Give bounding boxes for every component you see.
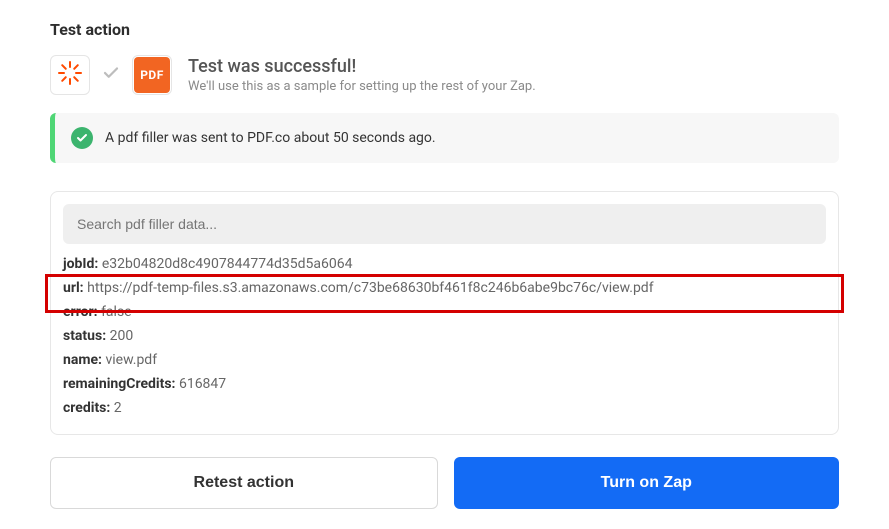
row-key: remainingCredits: [63, 376, 175, 392]
search-input[interactable] [63, 204, 826, 244]
row-val: https://pdf-temp-files.s3.amazonaws.com/… [87, 280, 653, 296]
zapier-icon [58, 61, 82, 89]
result-row-url[interactable]: url: https://pdf-temp-files.s3.amazonaws… [63, 276, 826, 300]
row-key: name: [63, 352, 102, 368]
row-val: view.pdf [105, 352, 157, 368]
row-val: 200 [110, 328, 134, 344]
section-title: Test action [50, 20, 839, 39]
pdf-icon: PDF [134, 57, 170, 93]
checkmark-icon [102, 64, 120, 87]
row-key: url: [63, 280, 84, 296]
success-check-icon [71, 127, 93, 149]
row-key: credits: [63, 400, 110, 416]
row-val: e32b04820d8c4907844774d35d5a6064 [102, 256, 353, 272]
row-key: jobId: [63, 256, 98, 272]
status-bar: A pdf filler was sent to PDF.co about 50… [50, 113, 839, 163]
result-row-credits[interactable]: credits: 2 [63, 396, 826, 420]
data-panel: jobId: e32b04820d8c4907844774d35d5a6064 … [50, 191, 839, 435]
row-val: false [101, 304, 132, 320]
turn-on-zap-button[interactable]: Turn on Zap [454, 457, 840, 509]
result-row-status[interactable]: status: 200 [63, 324, 826, 348]
result-rows: jobId: e32b04820d8c4907844774d35d5a6064 … [51, 252, 838, 434]
result-row-jobid[interactable]: jobId: e32b04820d8c4907844774d35d5a6064 [63, 252, 826, 276]
row-key: error: [63, 304, 98, 320]
pdfco-app-box: PDF [132, 55, 172, 95]
test-success-title: Test was successful! [188, 56, 536, 77]
row-val: 616847 [179, 376, 226, 392]
header-row: PDF Test was successful! We'll use this … [50, 55, 839, 95]
zapier-app-box [50, 55, 90, 95]
result-row-name[interactable]: name: view.pdf [63, 348, 826, 372]
button-row: Retest action Turn on Zap [50, 457, 839, 509]
retest-button[interactable]: Retest action [50, 457, 438, 509]
test-success-subtitle: We'll use this as a sample for setting u… [188, 79, 536, 94]
header-text: Test was successful! We'll use this as a… [188, 56, 536, 94]
result-row-remaining[interactable]: remainingCredits: 616847 [63, 372, 826, 396]
status-text: A pdf filler was sent to PDF.co about 50… [105, 130, 436, 146]
row-key: status: [63, 328, 106, 344]
row-val: 2 [114, 400, 122, 416]
result-row-error[interactable]: error: false [63, 300, 826, 324]
